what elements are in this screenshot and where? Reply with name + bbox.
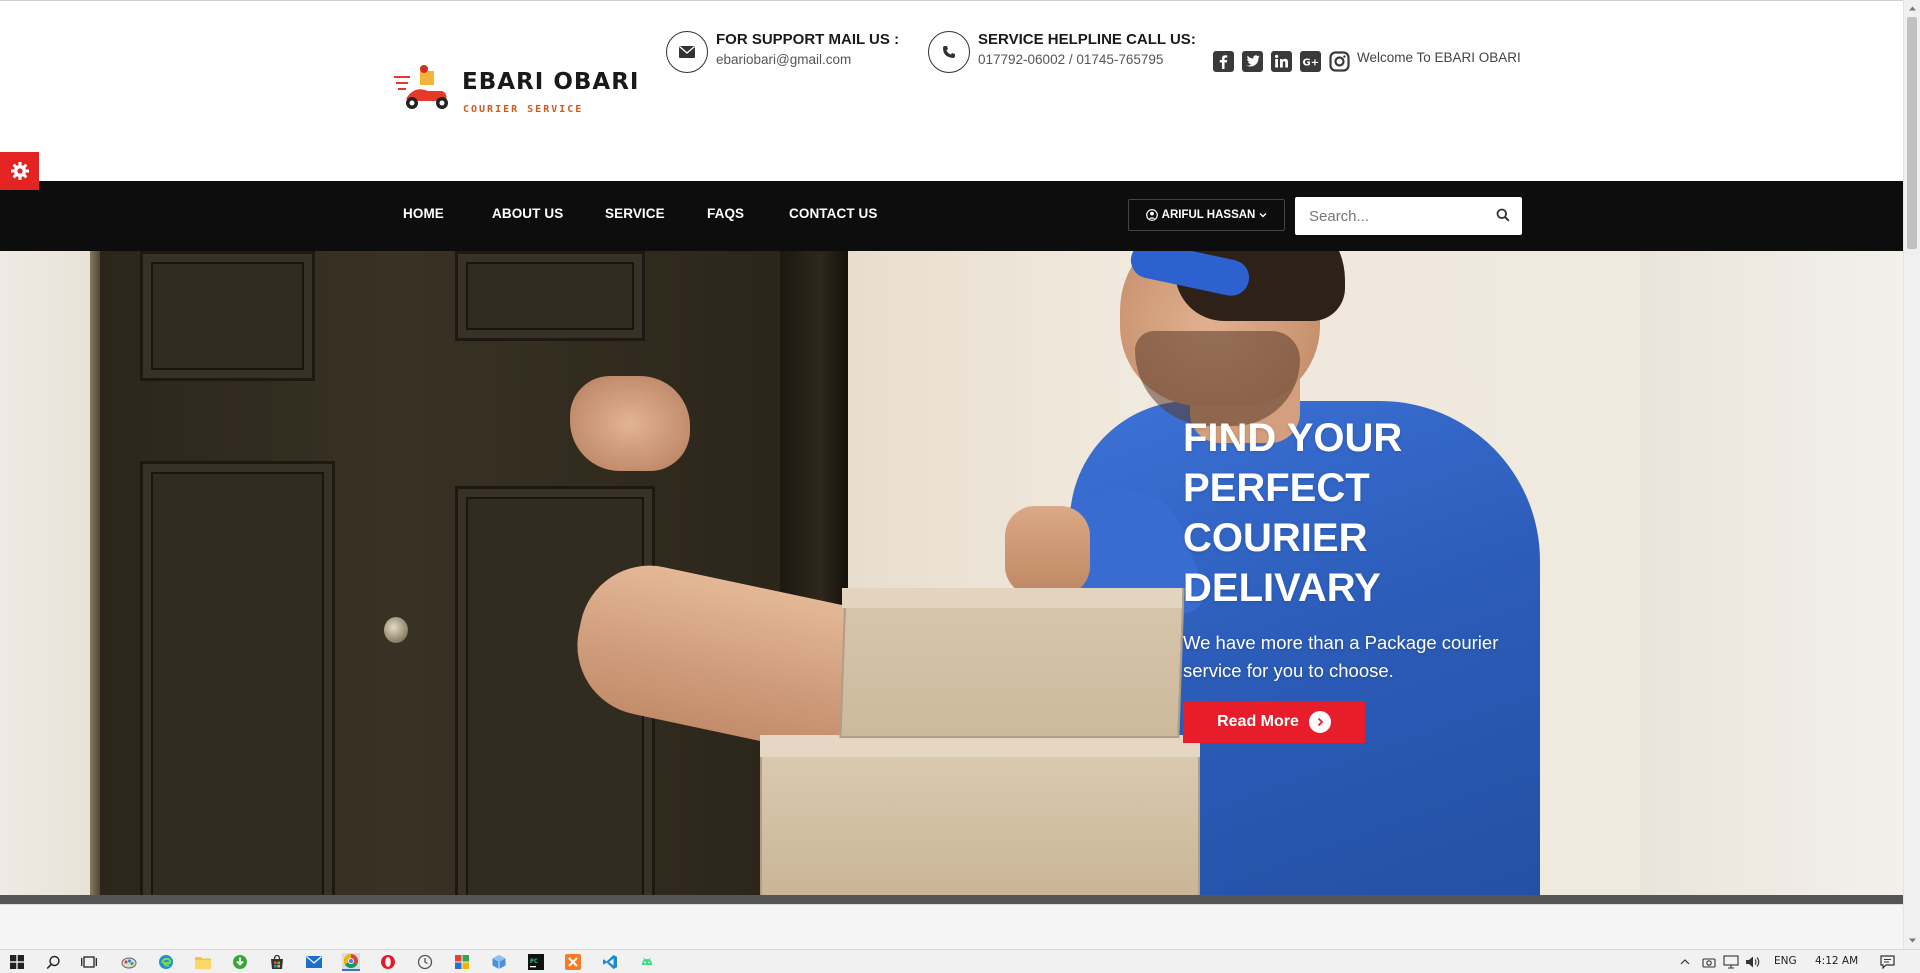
edge-browser-icon[interactable]	[157, 953, 175, 971]
helpline-block: SERVICE HELPLINE CALL US: 017792-06002 /…	[928, 31, 1196, 75]
scooter-logo-icon	[394, 65, 448, 109]
notifications-icon[interactable]	[1878, 953, 1896, 971]
user-circle-icon	[1145, 209, 1158, 221]
search-icon[interactable]	[1496, 208, 1512, 224]
office-app-icon[interactable]	[453, 953, 471, 971]
svg-text:G+: G+	[1302, 57, 1319, 68]
store-icon[interactable]	[268, 953, 286, 971]
hero-subtitle: We have more than a Package courier serv…	[1183, 632, 1499, 681]
xampp-icon[interactable]	[564, 953, 582, 971]
social-links: G+	[1211, 49, 1351, 73]
read-more-label: Read More	[1217, 713, 1299, 730]
user-name: ARIFUL HASSAN	[1161, 209, 1256, 221]
android-studio-icon[interactable]	[638, 953, 656, 971]
system-clock[interactable]: 4:12 AM	[1815, 955, 1858, 967]
nav-about-us[interactable]: ABOUT US	[492, 206, 563, 221]
brand-title: EBARI OBARI	[462, 69, 640, 95]
linkedin-icon[interactable]	[1269, 49, 1293, 73]
support-mail-value[interactable]: ebariobari@gmail.com	[716, 52, 851, 67]
hero-title-line: FIND YOUR	[1183, 416, 1403, 460]
camera-icon[interactable]	[1700, 953, 1718, 971]
vscode-icon[interactable]	[601, 953, 619, 971]
nav-faqs[interactable]: FAQS	[707, 206, 744, 221]
support-mail-block: FOR SUPPORT MAIL US : ebariobari@gmail.c…	[666, 31, 900, 75]
hero-title: FIND YOUR PERFECT COURIER DELIVARY	[1183, 413, 1483, 613]
downloader-app-icon[interactable]	[231, 953, 249, 971]
gear-icon	[10, 162, 29, 180]
envelope-icon	[666, 31, 708, 73]
nav-home[interactable]: HOME	[403, 206, 444, 221]
task-view-icon[interactable]	[80, 953, 98, 971]
google-plus-icon[interactable]: G+	[1298, 49, 1322, 73]
hero-title-line: DELIVARY	[1183, 566, 1381, 610]
read-more-button[interactable]: Read More	[1183, 701, 1365, 743]
page-below-hero	[0, 904, 1903, 949]
chevron-right-icon	[1308, 711, 1331, 733]
support-mail-title: FOR SUPPORT MAIL US :	[716, 31, 900, 48]
paint-app-icon[interactable]	[120, 953, 138, 971]
mail-app-icon[interactable]	[305, 953, 323, 971]
nav-contact-us[interactable]: CONTACT US	[789, 206, 878, 221]
file-explorer-icon[interactable]	[194, 953, 212, 971]
page-scrollbar[interactable]	[1903, 0, 1920, 949]
windows-taskbar: PC ENG 4:12 AM	[0, 949, 1920, 973]
hero-bottom-bar	[0, 895, 1903, 904]
chevron-down-icon	[1259, 213, 1267, 218]
svg-text:PC: PC	[530, 957, 538, 965]
pycharm-icon[interactable]: PC	[527, 953, 545, 971]
nav-service[interactable]: SERVICE	[605, 206, 665, 221]
scroll-up-arrow-icon[interactable]	[1908, 4, 1917, 13]
twitter-icon[interactable]	[1240, 49, 1264, 73]
brand-subtitle: COURIER SERVICE	[463, 104, 584, 115]
main-navbar: HOME ABOUT US SERVICE FAQS CONTACT US AR…	[0, 181, 1903, 251]
brand-logo[interactable]: EBARI OBARI COURIER SERVICE	[392, 59, 638, 129]
cube-app-icon[interactable]	[490, 953, 508, 971]
hero-title-line: COURIER	[1183, 516, 1368, 560]
scroll-down-arrow-icon[interactable]	[1908, 936, 1917, 945]
helpline-value[interactable]: 017792-06002 / 01745-765795	[978, 52, 1163, 67]
chevron-up-icon[interactable]	[1676, 953, 1694, 971]
phone-icon	[928, 31, 970, 73]
helpline-title: SERVICE HELPLINE CALL US:	[978, 31, 1196, 48]
hero-banner: FIND YOUR PERFECT COURIER DELIVARY We ha…	[0, 251, 1903, 904]
hero-title-line: PERFECT	[1183, 466, 1370, 510]
user-menu-button[interactable]: ARIFUL HASSAN	[1128, 199, 1285, 231]
settings-toggle-button[interactable]	[0, 152, 39, 190]
welcome-text: Welcome To EBARI OBARI	[1357, 50, 1521, 65]
scroll-thumb[interactable]	[1907, 17, 1917, 249]
facebook-icon[interactable]	[1211, 49, 1235, 73]
top-header: EBARI OBARI COURIER SERVICE FOR SUPPORT …	[0, 0, 1903, 181]
volume-icon[interactable]	[1744, 953, 1762, 971]
search-input[interactable]	[1295, 197, 1485, 235]
clock-app-icon[interactable]	[416, 953, 434, 971]
opera-browser-icon[interactable]	[379, 953, 397, 971]
chrome-browser-icon[interactable]	[342, 953, 360, 971]
language-indicator[interactable]: ENG	[1774, 955, 1797, 967]
network-icon[interactable]	[1722, 953, 1740, 971]
windows-start-icon[interactable]	[8, 953, 26, 971]
instagram-icon[interactable]	[1327, 49, 1351, 73]
search-box	[1295, 197, 1522, 235]
search-icon[interactable]	[44, 953, 62, 971]
